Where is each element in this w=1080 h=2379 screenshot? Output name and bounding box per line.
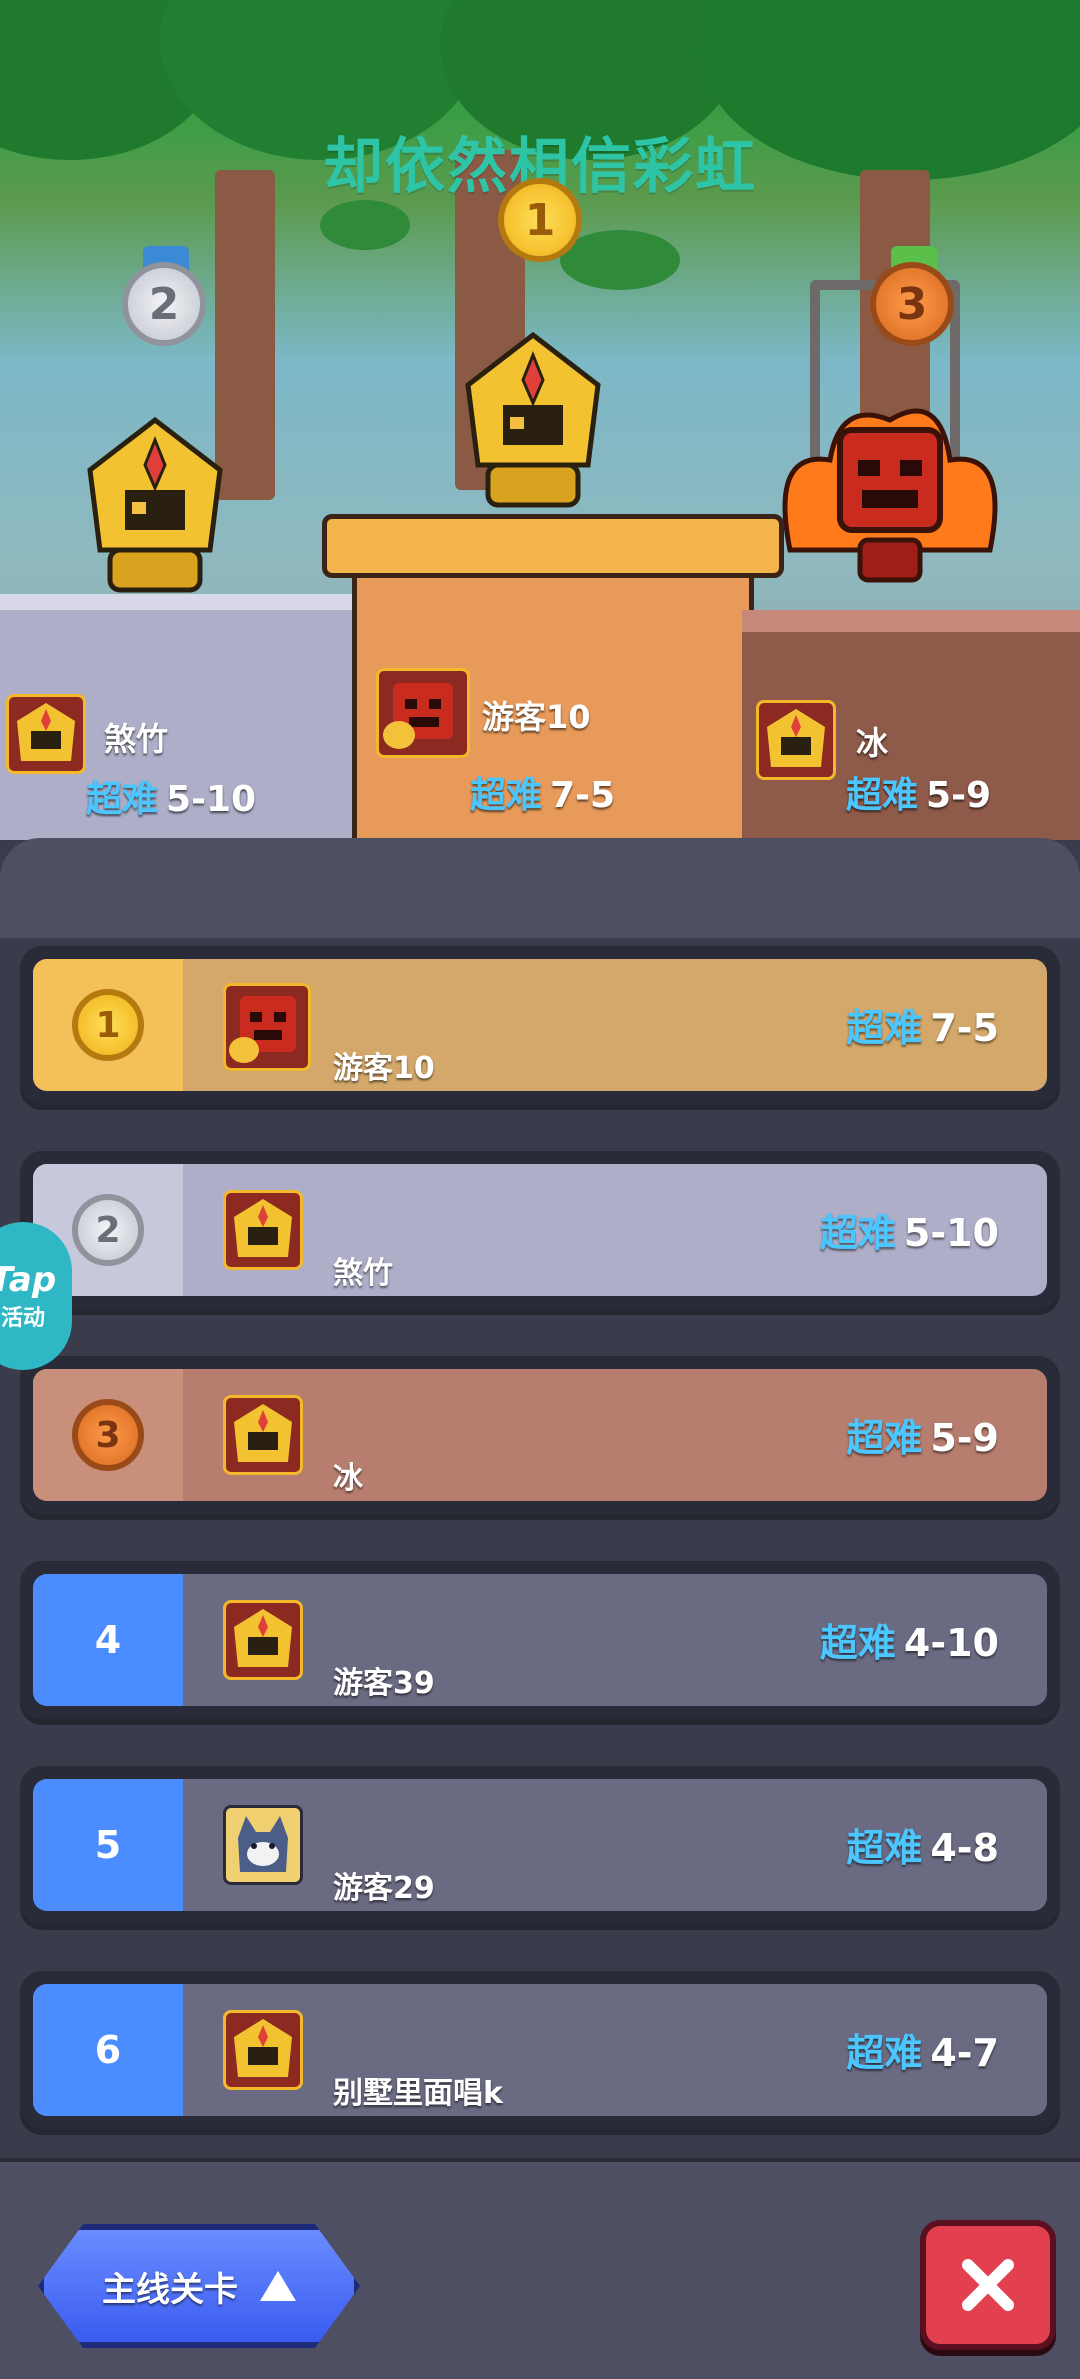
silver-medal-icon: 2 (122, 262, 206, 346)
player-name: 煞竹 (333, 1256, 393, 1291)
podium-scene: 却依然相信彩虹 2 1 3 煞竹 超难 5-10 游客10 超难 7-5 冰 超… (0, 0, 1080, 840)
rank-cell: 1 (33, 959, 183, 1091)
ranking-row[interactable]: 6 别墅里面唱k 超难 4-7 (20, 1971, 1060, 2129)
tap-badge-sublabel: 活动 (0, 1306, 45, 1331)
tap-activity-button[interactable]: Tap 活动 (0, 1222, 72, 1370)
tap-badge-label: Tap (0, 1260, 57, 1300)
ranking-row[interactable]: 4 游客39 超难 4-10 (20, 1561, 1060, 1719)
podium-name: 煞竹 (104, 720, 169, 758)
player-avatar (6, 694, 86, 774)
ranking-row[interactable]: 5 游客29 超难 4-8 (20, 1766, 1060, 1924)
player-name: 冰 (333, 1461, 363, 1496)
gold-medal-icon: 1 (72, 989, 144, 1061)
podium-name: 游客10 (482, 698, 591, 736)
player-score: 超难 7-5 (846, 1006, 999, 1050)
player-avatar (223, 2010, 303, 2090)
fire-demon-character (782, 408, 998, 583)
player-score: 超难 4-8 (846, 1826, 999, 1870)
rank-cell: 4 (33, 1574, 183, 1706)
podium-score: 超难 5-9 (846, 775, 992, 816)
player-name: 游客39 (333, 1666, 435, 1701)
ranking-panel-header (0, 838, 1080, 942)
ranking-row[interactable]: 3 冰 超难 5-9 (20, 1356, 1060, 1514)
rank-number: 5 (94, 1823, 122, 1867)
close-button[interactable] (920, 2220, 1056, 2350)
player-name: 游客10 (333, 1051, 435, 1086)
ranking-row[interactable]: 1 游客10 超难 7-5 (20, 946, 1060, 1104)
bush (320, 200, 410, 250)
bronze-medal-icon: 3 (72, 1399, 144, 1471)
rank-cell: 3 (33, 1369, 183, 1501)
rank-number: 6 (94, 2028, 122, 2072)
player-avatar (223, 1805, 303, 1885)
rank-cell: 5 (33, 1779, 183, 1911)
podium-first-top (322, 514, 784, 578)
player-avatar (756, 700, 836, 780)
player-avatar (223, 1600, 303, 1680)
bottom-bar: 主线关卡 (0, 2158, 1080, 2379)
ranking-row[interactable]: 2 煞竹 超难 5-10 (20, 1151, 1060, 1309)
rank-number: 4 (94, 1618, 122, 1662)
player-score: 超难 5-9 (846, 1416, 999, 1460)
player-score: 超难 5-10 (819, 1211, 999, 1255)
player-name: 别墅里面唱k (333, 2076, 503, 2111)
player-score: 超难 4-10 (819, 1621, 999, 1665)
podium-score: 超难 5-10 (86, 779, 257, 820)
ranking-list[interactable]: 1 游客10 超难 7-5 2 煞竹 超难 5-10 3 冰 超难 5-9 4 … (0, 938, 1080, 2160)
player-name: 游客29 (333, 1871, 435, 1906)
player-avatar (223, 1190, 303, 1270)
gold-knight-character (87, 416, 223, 593)
bush (560, 230, 680, 290)
player-avatar (376, 668, 470, 758)
close-icon (962, 2259, 1014, 2311)
podium-score: 超难 7-5 (470, 775, 616, 816)
rank-cell: 6 (33, 1984, 183, 2116)
podium-name: 冰 (856, 724, 889, 762)
main-stage-label: 主线关卡 (102, 2269, 238, 2310)
player-avatar (223, 983, 311, 1071)
bronze-medal-icon: 3 (870, 262, 954, 346)
silver-medal-icon: 2 (72, 1194, 144, 1266)
triangle-up-icon (260, 2271, 296, 2301)
player-score: 超难 4-7 (846, 2031, 999, 2075)
gold-medal-icon: 1 (498, 178, 582, 262)
main-stage-button[interactable]: 主线关卡 (38, 2224, 360, 2348)
gold-knight-character (465, 331, 601, 508)
player-avatar (223, 1395, 303, 1475)
